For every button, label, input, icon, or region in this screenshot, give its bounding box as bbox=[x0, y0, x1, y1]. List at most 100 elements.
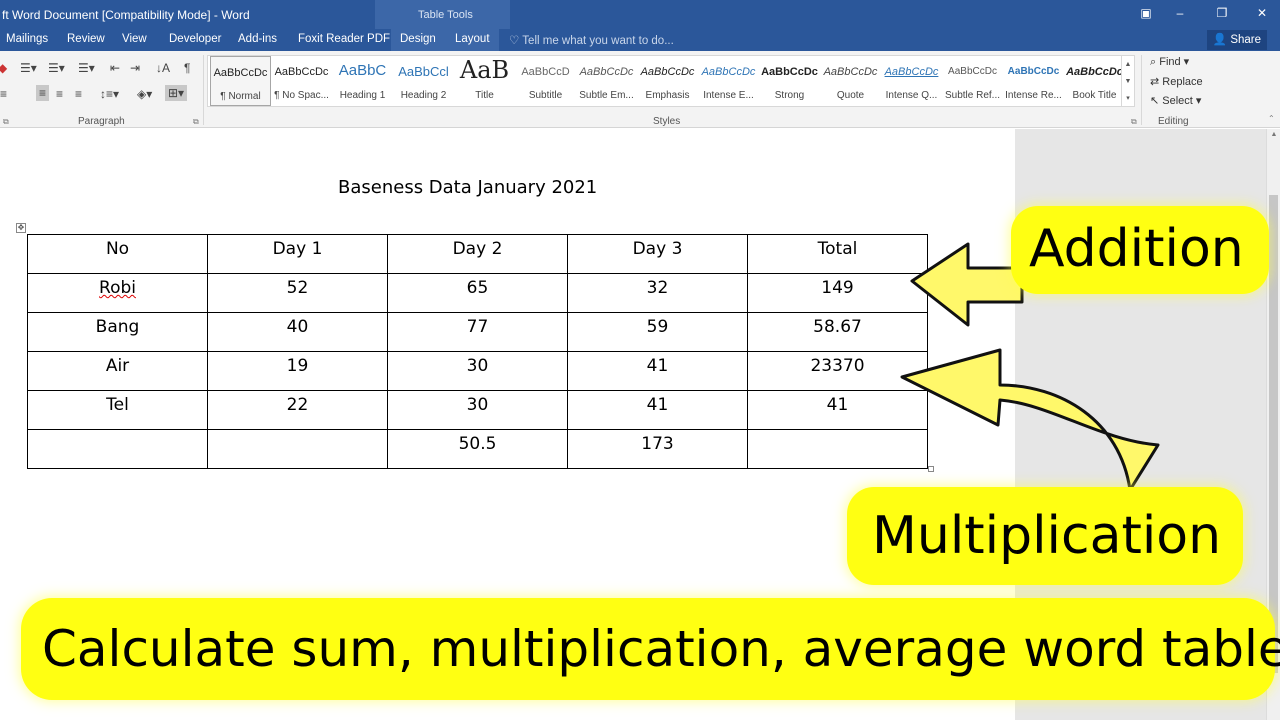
borders-icon[interactable]: ⊞▾ bbox=[165, 85, 188, 101]
style-quote[interactable]: AaBbCcDc Quote bbox=[820, 56, 881, 106]
table-cell[interactable]: 59 bbox=[567, 312, 748, 352]
collapse-ribbon-icon[interactable]: ⌃ bbox=[1268, 114, 1275, 123]
tab-mailings[interactable]: Mailings bbox=[6, 33, 48, 45]
style-heading-1[interactable]: AaBbC Heading 1 bbox=[332, 56, 393, 106]
sort-icon[interactable]: ↓A bbox=[156, 61, 170, 75]
style-name: Intense Re... bbox=[1005, 90, 1062, 101]
table-cell[interactable]: 77 bbox=[387, 312, 568, 352]
table-row: No Day 1 Day 2 Day 3 Total bbox=[27, 234, 928, 274]
style-no-spacing[interactable]: AaBbCcDc ¶ No Spac... bbox=[271, 56, 332, 106]
table-cell[interactable]: 41 bbox=[567, 351, 748, 391]
table-cell[interactable] bbox=[747, 429, 928, 469]
scroll-up-icon[interactable]: ▲ bbox=[1269, 131, 1279, 138]
clear-formatting-icon[interactable]: ◆ bbox=[0, 61, 7, 75]
align-left-icon[interactable]: ≡ bbox=[0, 87, 7, 101]
data-table[interactable]: No Day 1 Day 2 Day 3 Total Robi 52 65 32… bbox=[27, 234, 928, 469]
style-subtle-reference[interactable]: AaBbCcDc Subtle Ref... bbox=[942, 56, 1003, 106]
restore-icon[interactable]: ❐ bbox=[1214, 5, 1230, 21]
styles-dialog-launcher-icon[interactable]: ⧉ bbox=[1131, 117, 1137, 127]
find-button[interactable]: ⌕ Find ▾ bbox=[1150, 55, 1189, 69]
table-cell[interactable]: 40 bbox=[207, 312, 388, 352]
table-row: 50.5 173 bbox=[27, 429, 928, 469]
table-cell[interactable]: 173 bbox=[567, 429, 748, 469]
share-button[interactable]: 👤 Share bbox=[1206, 30, 1267, 50]
close-icon[interactable]: ✕ bbox=[1254, 5, 1270, 21]
table-cell[interactable]: Tel bbox=[27, 390, 208, 430]
style-name: ¶ No Spac... bbox=[274, 90, 329, 101]
table-cell[interactable]: 41 bbox=[747, 390, 928, 430]
style-intense-emphasis[interactable]: AaBbCcDc Intense E... bbox=[698, 56, 759, 106]
scroll-up-icon[interactable]: ▲ bbox=[1122, 56, 1134, 73]
bullets-icon[interactable]: ☰▾ bbox=[20, 61, 37, 75]
replace-button[interactable]: ⇄ Replace bbox=[1150, 75, 1203, 88]
align-center-icon[interactable]: ≡ bbox=[36, 85, 50, 101]
table-cell[interactable]: Day 3 bbox=[567, 234, 748, 274]
table-cell[interactable]: 52 bbox=[207, 273, 388, 313]
style-intense-quote[interactable]: AaBbCcDc Intense Q... bbox=[881, 56, 942, 106]
table-cell[interactable]: Bang bbox=[27, 312, 208, 352]
table-resize-handle[interactable] bbox=[928, 466, 934, 472]
table-cell[interactable]: 30 bbox=[387, 390, 568, 430]
align-right-icon[interactable]: ≡ bbox=[56, 87, 63, 101]
show-formatting-marks-icon[interactable]: ¶ bbox=[184, 61, 190, 75]
more-styles-icon[interactable]: ▾ bbox=[1122, 90, 1134, 107]
style-sample: AaBbCcDc bbox=[640, 66, 695, 78]
table-cell[interactable] bbox=[27, 429, 208, 469]
line-spacing-icon[interactable]: ↕≡▾ bbox=[100, 87, 119, 101]
document-heading[interactable]: Baseness Data January 2021 bbox=[338, 177, 597, 198]
tab-view[interactable]: View bbox=[122, 33, 147, 45]
style-emphasis[interactable]: AaBbCcDc Emphasis bbox=[637, 56, 698, 106]
table-cell[interactable]: 32 bbox=[567, 273, 748, 313]
table-move-handle-icon[interactable]: ✥ bbox=[16, 223, 26, 233]
decrease-indent-icon[interactable]: ⇤ bbox=[110, 61, 120, 75]
justify-icon[interactable]: ≡ bbox=[75, 87, 82, 101]
table-cell[interactable] bbox=[207, 429, 388, 469]
scrollbar-thumb[interactable] bbox=[1269, 195, 1278, 673]
table-cell[interactable]: No bbox=[27, 234, 208, 274]
table-cell[interactable]: 50.5 bbox=[387, 429, 568, 469]
table-cell[interactable]: 149 bbox=[747, 273, 928, 313]
table-cell[interactable]: 65 bbox=[387, 273, 568, 313]
style-subtle-emphasis[interactable]: AaBbCcDc Subtle Em... bbox=[576, 56, 637, 106]
table-cell[interactable]: 41 bbox=[567, 390, 748, 430]
table-cell[interactable]: Robi bbox=[27, 273, 208, 313]
multilevel-list-icon[interactable]: ☰▾ bbox=[78, 61, 95, 75]
style-intense-reference[interactable]: AaBbCcDc Intense Re... bbox=[1003, 56, 1064, 106]
misspelled-word: Robi bbox=[99, 278, 136, 298]
style-strong[interactable]: AaBbCcDc Strong bbox=[759, 56, 820, 106]
numbering-icon[interactable]: ☰▾ bbox=[48, 61, 65, 75]
table-cell[interactable]: Day 2 bbox=[387, 234, 568, 274]
increase-indent-icon[interactable]: ⇥ bbox=[130, 61, 140, 75]
table-cell[interactable]: 19 bbox=[207, 351, 388, 391]
style-heading-2[interactable]: AaBbCcl Heading 2 bbox=[393, 56, 454, 106]
tab-design[interactable]: Design bbox=[400, 33, 436, 45]
styles-gallery-scroll[interactable]: ▲ ▼ ▾ bbox=[1121, 55, 1135, 107]
scroll-down-icon[interactable]: ▼ bbox=[1122, 73, 1134, 90]
tab-foxit-reader-pdf[interactable]: Foxit Reader PDF bbox=[298, 33, 390, 45]
style-book-title[interactable]: AaBbCcDc Book Title bbox=[1064, 56, 1125, 106]
table-cell[interactable]: 23370 bbox=[747, 351, 928, 391]
select-button[interactable]: ↖ Select ▾ bbox=[1150, 94, 1201, 107]
table-cell[interactable]: Day 1 bbox=[207, 234, 388, 274]
ribbon-display-options-icon[interactable]: ▣ bbox=[1138, 5, 1154, 21]
tab-add-ins[interactable]: Add-ins bbox=[238, 33, 277, 45]
style-sample: AaBbCcDc bbox=[948, 66, 997, 77]
table-cell[interactable]: Total bbox=[747, 234, 928, 274]
tab-developer[interactable]: Developer bbox=[169, 33, 221, 45]
style-subtitle[interactable]: AaBbCcD Subtitle bbox=[515, 56, 576, 106]
style-sample: AaBbCcDc bbox=[274, 66, 329, 78]
tell-me-search[interactable]: ♡ Tell me what you want to do... bbox=[509, 33, 674, 47]
table-cell[interactable]: 22 bbox=[207, 390, 388, 430]
table-cell[interactable]: 30 bbox=[387, 351, 568, 391]
font-dialog-launcher-icon[interactable]: ⧉ bbox=[3, 117, 9, 127]
tab-review[interactable]: Review bbox=[67, 33, 105, 45]
minimize-icon[interactable]: – bbox=[1172, 5, 1188, 21]
style-normal[interactable]: AaBbCcDc ¶ Normal bbox=[210, 56, 271, 106]
table-cell[interactable]: Air bbox=[27, 351, 208, 391]
table-cell[interactable]: 58.67 bbox=[747, 312, 928, 352]
shading-icon[interactable]: ◈▾ bbox=[137, 87, 152, 101]
style-title[interactable]: AaB Title bbox=[454, 56, 515, 106]
tab-layout[interactable]: Layout bbox=[455, 33, 490, 45]
paragraph-dialog-launcher-icon[interactable]: ⧉ bbox=[193, 117, 199, 127]
style-sample: AaBbCcDc bbox=[701, 66, 756, 78]
